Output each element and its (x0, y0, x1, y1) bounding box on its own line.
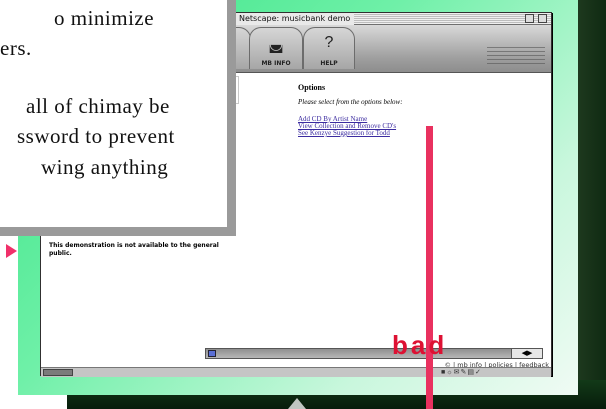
slide-text-line: o minimize (54, 6, 155, 30)
headphones-icon: ◛ (268, 36, 284, 53)
zoom-box-icon[interactable] (525, 14, 534, 23)
toolbar-lines (487, 47, 545, 65)
annotation-line (426, 126, 433, 409)
collapse-box-icon[interactable] (538, 14, 547, 23)
scroll-arrows[interactable]: ◀▶ (511, 348, 543, 359)
tab-help[interactable]: ? HELP (303, 27, 355, 69)
security-icon[interactable] (43, 369, 73, 376)
tab-label: MB INFO (261, 60, 291, 67)
notice-text: This demonstration is not available to t… (49, 242, 219, 257)
annotation-bad-label: bad (392, 330, 448, 360)
tab-mb-info[interactable]: ◛ MB INFO (249, 27, 303, 69)
scroll-thumb[interactable] (208, 350, 216, 357)
slide-text-line: ers. (0, 36, 32, 60)
options-instruction: Please select from the options below: (298, 98, 403, 106)
triangle-up-icon (288, 398, 306, 409)
slide-frame-right (576, 0, 606, 409)
component-bar-icons[interactable]: ■☼✉✎▤✓ (441, 368, 482, 376)
status-bar: ■☼✉✎▤✓ (41, 367, 551, 377)
slide-text-line: wing anything (41, 155, 169, 179)
slide-text-line: ssword to prevent (17, 124, 175, 148)
slide-text-box: o minimize ers. all of chimay be ssword … (0, 0, 236, 236)
pink-arrow-icon (6, 244, 17, 258)
question-icon: ? (324, 34, 334, 51)
link-see-suggestion[interactable]: See Kenzye Suggestion for Todd (298, 129, 390, 137)
tab-label: HELP (320, 60, 338, 67)
window-title: Netscape: musicbank demo (235, 13, 355, 25)
slide-text-line: all of chimay be (26, 94, 170, 118)
horizontal-scrollbar[interactable] (205, 348, 543, 359)
options-title: Options (298, 83, 326, 92)
